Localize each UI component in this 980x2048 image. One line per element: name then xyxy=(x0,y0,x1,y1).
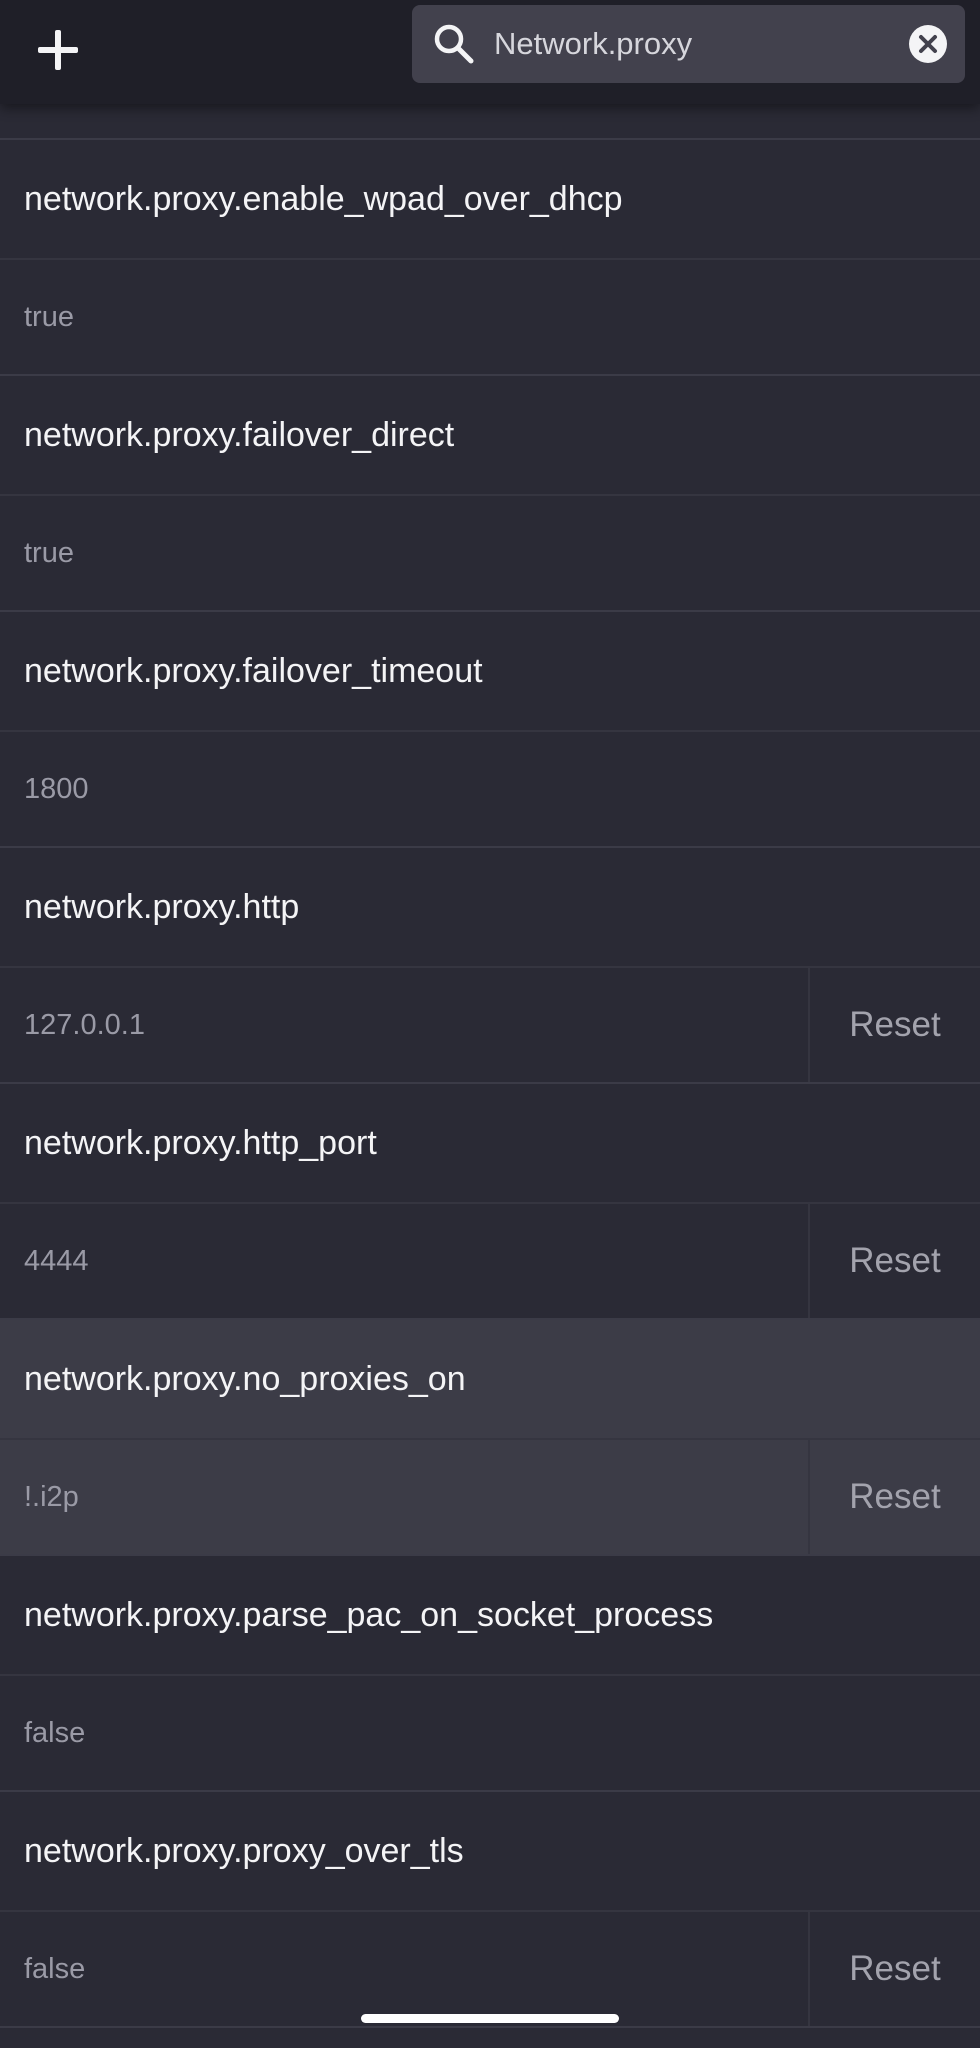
search-input[interactable] xyxy=(494,5,894,83)
pref-item[interactable]: network.proxy.http 127.0.0.1 Reset xyxy=(0,848,980,1084)
pref-value-row[interactable]: true xyxy=(0,260,980,374)
pref-item-selected[interactable]: network.proxy.no_proxies_on !.i2p Reset xyxy=(0,1320,980,1556)
pref-value-row[interactable]: true xyxy=(0,496,980,610)
search-bar[interactable] xyxy=(412,5,965,83)
pref-name[interactable]: network.proxy.failover_direct xyxy=(0,376,980,496)
pref-name[interactable]: network.proxy.enable_wpad_over_dhcp xyxy=(0,140,980,260)
pref-name[interactable]: network.proxy.http xyxy=(0,848,980,968)
pref-value[interactable]: true xyxy=(0,260,980,374)
pref-name[interactable]: network.proxy.parse_pac_on_socket_proces… xyxy=(0,1556,980,1676)
pref-value[interactable]: 1800 xyxy=(0,732,980,846)
pref-value[interactable]: true xyxy=(0,496,980,610)
reset-button[interactable]: Reset xyxy=(808,968,980,1082)
pref-value-row[interactable]: 127.0.0.1 Reset xyxy=(0,968,980,1082)
pref-name[interactable]: network.proxy.failover_timeout xyxy=(0,612,980,732)
search-icon xyxy=(434,24,474,64)
pref-value[interactable]: false xyxy=(0,1676,980,1790)
pref-value-row[interactable]: 1800 xyxy=(0,732,980,846)
pref-name[interactable]: network.proxy.http_port xyxy=(0,1084,980,1204)
pref-name[interactable]: network.proxy.proxy_over_tls xyxy=(0,1792,980,1912)
add-preference-button[interactable] xyxy=(22,14,94,86)
pref-value-row[interactable]: !.i2p Reset xyxy=(0,1440,980,1554)
reset-button[interactable]: Reset xyxy=(808,1204,980,1318)
about-config-screen: network.proxy.enable_wpad_over_dhcp true… xyxy=(0,0,980,2048)
pref-item[interactable]: network.proxy.proxy_over_tls false Reset xyxy=(0,1792,980,2028)
clear-circle-x-icon[interactable] xyxy=(907,23,949,65)
pref-value-row[interactable]: 4444 Reset xyxy=(0,1204,980,1318)
pref-item[interactable]: network.proxy.http_port 4444 Reset xyxy=(0,1084,980,1320)
pref-name[interactable]: network.proxy.no_proxies_on xyxy=(0,1320,980,1440)
top-toolbar xyxy=(0,0,980,104)
list-divider xyxy=(0,104,980,140)
pref-value-row[interactable]: false Reset xyxy=(0,1912,980,2026)
pref-value[interactable]: !.i2p xyxy=(0,1440,808,1554)
pref-item[interactable]: network.proxy.failover_direct true xyxy=(0,376,980,612)
pref-value[interactable]: false xyxy=(0,1912,808,2026)
pref-item[interactable]: network.proxy.parse_pac_on_socket_proces… xyxy=(0,1556,980,1792)
pref-value[interactable]: 127.0.0.1 xyxy=(0,968,808,1082)
plus-icon xyxy=(38,30,78,70)
preferences-list: network.proxy.enable_wpad_over_dhcp true… xyxy=(0,104,980,2028)
pref-value[interactable]: 4444 xyxy=(0,1204,808,1318)
pref-item[interactable]: network.proxy.enable_wpad_over_dhcp true xyxy=(0,140,980,376)
pref-item[interactable]: network.proxy.failover_timeout 1800 xyxy=(0,612,980,848)
pref-value-row[interactable]: false xyxy=(0,1676,980,1790)
reset-button[interactable]: Reset xyxy=(808,1912,980,2026)
reset-button[interactable]: Reset xyxy=(808,1440,980,1554)
home-indicator[interactable] xyxy=(361,2014,619,2023)
